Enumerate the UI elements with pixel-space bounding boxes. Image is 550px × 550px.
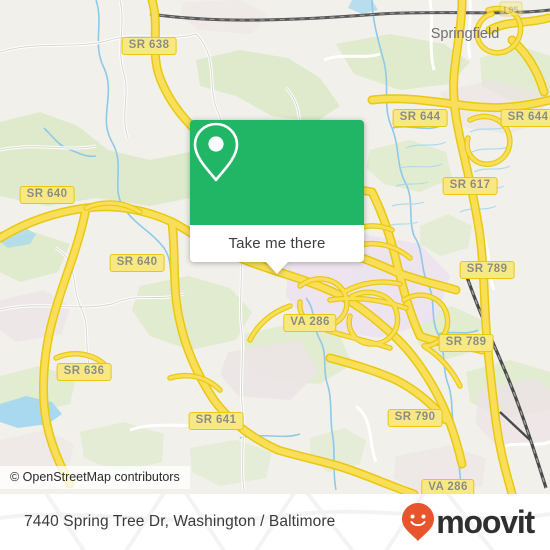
road-shield: SR 640 (19, 186, 75, 204)
moovit-map-screenshot: I 95 Springfield SR 638 SR 644 SR 644 SR 61… (0, 0, 550, 550)
moovit-logo[interactable]: moovit (401, 502, 535, 542)
road-shield: VA 286 (283, 314, 337, 332)
footer-bar: 7440 Spring Tree Dr, Washington / Baltim… (0, 494, 550, 550)
map-canvas[interactable]: I 95 Springfield SR 638 SR 644 SR 644 SR 61… (0, 0, 550, 494)
take-me-there-label: Take me there (228, 235, 326, 252)
road-shield: SR 789 (438, 334, 494, 352)
map-attribution[interactable]: © OpenStreetMap contributors (0, 466, 190, 489)
road-shield: SR 617 (442, 177, 498, 195)
popup-tail (266, 262, 288, 274)
road-shield: SR 641 (188, 412, 244, 430)
road-shield: SR 638 (121, 37, 177, 55)
road-shield: SR 644 (392, 109, 448, 127)
svg-text:I 95: I 95 (503, 5, 518, 15)
address-label: 7440 Spring Tree Dr, Washington / Baltim… (24, 513, 336, 530)
road-shield: SR 790 (387, 409, 443, 427)
moovit-pin-icon (402, 503, 435, 541)
map-pin-icon (193, 122, 239, 182)
road-shield: SR 636 (56, 363, 112, 381)
interstate-shield-icon: I 95 (499, 1, 523, 17)
place-label: Springfield (430, 26, 500, 42)
moovit-wordmark: moovit (436, 503, 535, 540)
road-shield: VA 286 (421, 479, 475, 494)
popup-header (190, 120, 364, 225)
road-shield: SR 789 (459, 261, 515, 279)
popup-action[interactable]: Take me there (190, 225, 364, 262)
road-shield: SR 644 (500, 109, 550, 127)
location-popup[interactable]: Take me there (190, 120, 364, 274)
road-shield: SR 640 (109, 254, 165, 272)
